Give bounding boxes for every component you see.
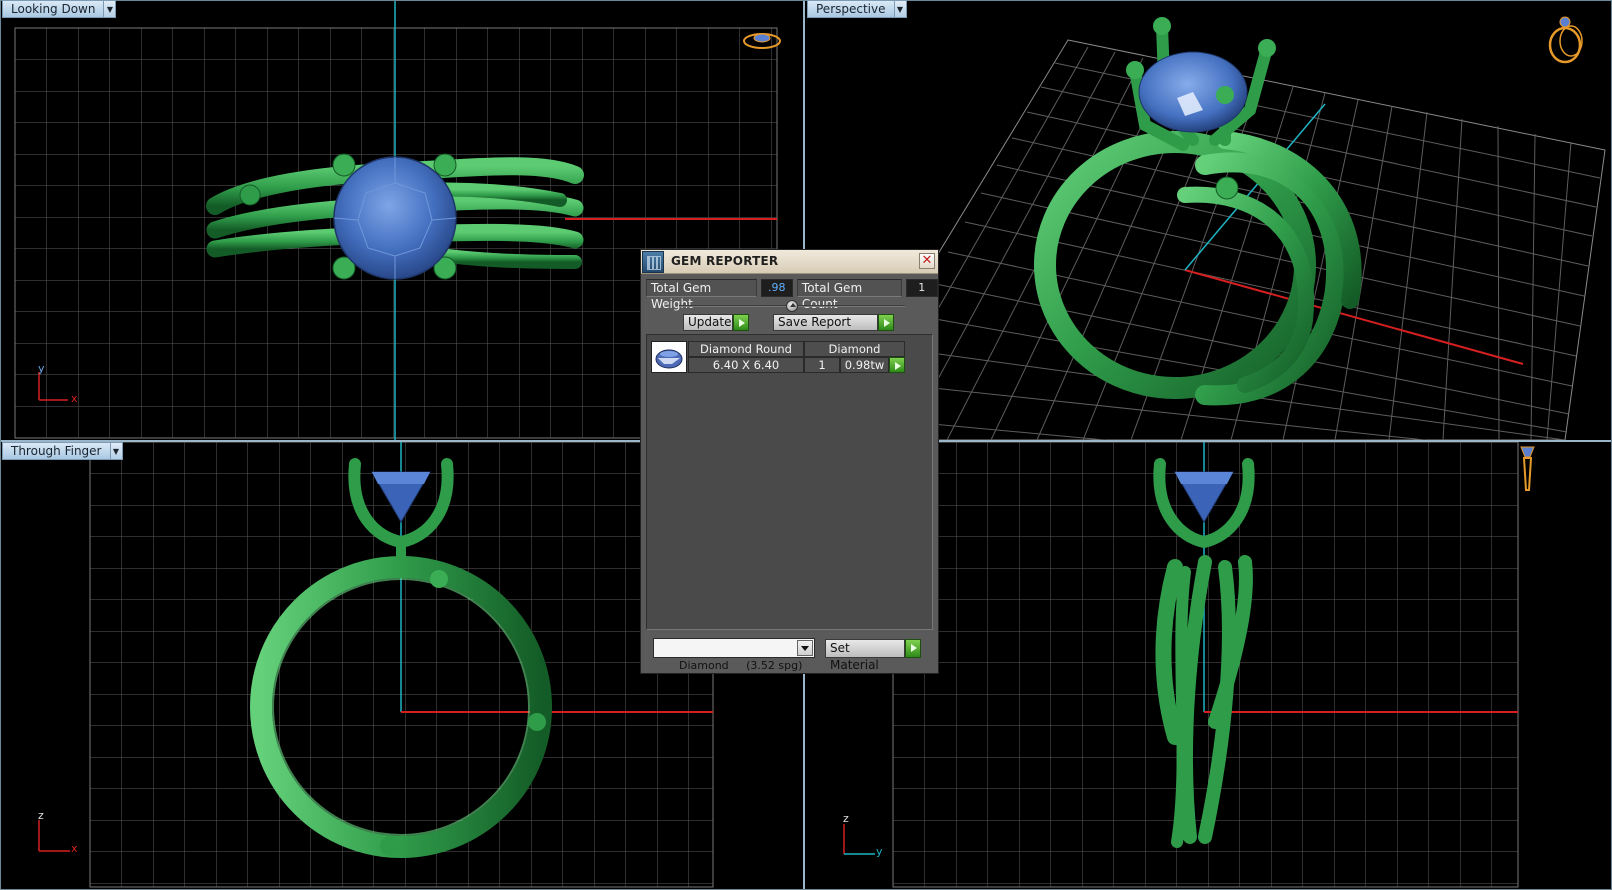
viewport-label-perspective[interactable]: Perspective ▼: [807, 0, 907, 18]
chevron-down-icon[interactable]: [797, 640, 813, 656]
save-report-button[interactable]: Save Report: [773, 314, 878, 331]
viewport-title: Through Finger: [2, 442, 110, 460]
axis-label-z: z: [843, 812, 849, 825]
gem-reporter-icon: [642, 251, 664, 273]
gem-reporter-dialog: GEM REPORTER ✕ Total Gem Weight .98 Tota…: [640, 249, 939, 674]
total-gem-weight-label: Total Gem Weight: [646, 279, 757, 311]
axis-label-x: x: [71, 392, 78, 405]
diamond-round-icon: [655, 349, 683, 369]
chevron-down-icon[interactable]: ▼: [109, 442, 123, 460]
set-material-control: Set Material: [825, 638, 921, 672]
axis-label-y: y: [38, 362, 45, 375]
viewport-label-through-finger[interactable]: Through Finger ▼: [2, 442, 123, 460]
gem-row-go-icon[interactable]: [889, 357, 905, 373]
axis-label-z: z: [38, 809, 44, 822]
close-icon[interactable]: ✕: [919, 253, 935, 269]
gem-size: 6.40 X 6.40: [688, 357, 804, 373]
save-report-go-icon[interactable]: [878, 314, 894, 331]
gem-shape: Diamond Round: [688, 341, 804, 357]
gem-material: Diamond: [804, 341, 905, 357]
material-row: Diamond (3.52 spg) Set Material: [653, 638, 921, 672]
gem-weight: 0.98tw: [840, 357, 889, 373]
total-gem-weight-value: .98: [760, 279, 793, 297]
totals-row: Total Gem Weight .98 Total Gem Count 1: [646, 279, 938, 311]
chevron-down-icon[interactable]: ▼: [893, 0, 907, 18]
viewport-title: Perspective: [807, 0, 894, 18]
total-gem-count-label: Total Gem Count: [796, 279, 902, 311]
axis-label-x: x: [71, 842, 78, 855]
save-report-control: Save Report: [773, 314, 894, 331]
dialog-title-bar[interactable]: GEM REPORTER ✕: [641, 250, 938, 274]
collapse-icon[interactable]: [786, 300, 798, 312]
axis-label-y: y: [876, 845, 883, 858]
total-gem-count-value: 1: [905, 279, 938, 297]
gem-thumbnail: [651, 341, 687, 373]
set-material-button[interactable]: Set Material: [825, 638, 905, 672]
viewport-title: Looking Down: [2, 0, 104, 18]
viewport-label-looking-down[interactable]: Looking Down ▼: [2, 0, 117, 18]
update-go-icon[interactable]: [733, 314, 749, 331]
material-select[interactable]: Diamond (3.52 spg): [653, 638, 815, 672]
gem-list[interactable]: Diamond Round Diamond 6.40 X 6.40 1 0.98…: [646, 334, 933, 630]
update-control: Update: [683, 314, 749, 331]
dialog-title: GEM REPORTER: [671, 254, 779, 268]
set-material-go-icon[interactable]: [905, 638, 921, 658]
chevron-down-icon[interactable]: ▼: [103, 0, 117, 18]
gem-count: 1: [804, 357, 840, 373]
material-select-value: Diamond (3.52 spg): [678, 659, 803, 672]
update-button[interactable]: Update: [683, 314, 733, 331]
